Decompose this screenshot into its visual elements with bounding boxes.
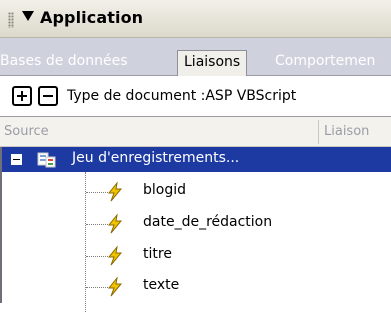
tree-item-field[interactable]: blogid xyxy=(2,180,391,205)
panel-header[interactable]: Application xyxy=(0,0,391,38)
field-label: titre xyxy=(143,246,172,262)
recordset-label: Jeu d'enregistrements... xyxy=(72,150,240,166)
recordset-icon xyxy=(37,152,56,168)
field-label: blogid xyxy=(143,182,187,198)
column-header-liaison[interactable]: Liaison xyxy=(324,124,369,139)
lightning-bolt-icon xyxy=(107,277,123,297)
column-header-row: Source Liaison xyxy=(0,116,391,147)
lightning-bolt-icon xyxy=(107,182,123,202)
tab-comportements[interactable]: Comportemen xyxy=(275,50,375,76)
tab-bar: Bases de données Liaisons Comportemen xyxy=(0,38,391,76)
column-divider[interactable] xyxy=(318,120,319,144)
toolbar: Type de document :ASP VBScript xyxy=(0,76,391,116)
field-label: texte xyxy=(143,277,180,293)
panel-title: Application xyxy=(40,8,144,27)
collapse-triangle-icon[interactable] xyxy=(22,11,34,21)
document-type-label: Type de document :ASP VBScript xyxy=(67,88,297,104)
tree-item-recordset[interactable]: Jeu d'enregistrements... xyxy=(2,147,391,172)
tree-item-field[interactable]: titre xyxy=(2,244,391,269)
gripper-icon[interactable] xyxy=(8,12,14,28)
bindings-tree: Jeu d'enregistrements... blogid date_de_… xyxy=(0,147,391,312)
field-label: date_de_rédaction xyxy=(143,214,273,230)
lightning-bolt-icon xyxy=(107,246,123,266)
remove-binding-button[interactable] xyxy=(38,86,58,106)
tree-item-field[interactable]: texte xyxy=(2,275,391,300)
collapse-tree-icon[interactable] xyxy=(11,154,22,165)
tab-liaisons[interactable]: Liaisons xyxy=(177,50,248,76)
lightning-bolt-icon xyxy=(107,214,123,234)
column-header-source[interactable]: Source xyxy=(4,124,49,139)
tab-bases-de-donnees[interactable]: Bases de données xyxy=(0,50,128,76)
tree-item-field[interactable]: date_de_rédaction xyxy=(2,212,391,237)
add-binding-button[interactable] xyxy=(12,86,32,106)
